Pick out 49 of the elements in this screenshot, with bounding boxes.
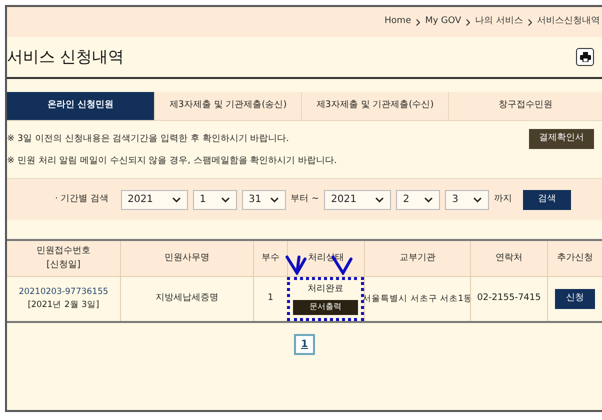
- chevron-down-icon: [220, 196, 230, 202]
- chevron-down-icon: [473, 196, 482, 202]
- dropdown[interactable]: 31: [242, 190, 286, 210]
- column-header: 연락처: [470, 241, 547, 276]
- notice-text: ※ 민원 처리 알림 메일이 수신되지 않을 경우, 스팸메일함을 확인하시기 바랍니다.: [7, 154, 337, 168]
- search-label: · 기간별 검색: [55, 192, 109, 206]
- column-header: 추가신청: [547, 241, 602, 276]
- breadcrumb-link[interactable]: 서비스신청내역: [537, 15, 600, 29]
- tab[interactable]: 제3자제출 및 기관제출(수신): [301, 92, 448, 120]
- dropdown[interactable]: 2: [396, 190, 440, 210]
- chevron-down-icon: [270, 196, 279, 202]
- column-header: 교부기관: [364, 241, 470, 276]
- chevron-right-icon: [416, 18, 420, 26]
- column-header: 부수: [253, 241, 287, 276]
- notice-text: ※ 3일 이전의 신청내용은 검색기간을 입력한 후 확인하시기 바랍니다.: [7, 133, 290, 146]
- status-text: 처리완료: [308, 283, 344, 296]
- page-button[interactable]: 1: [294, 334, 315, 355]
- column-header: 민원사무명: [120, 241, 253, 276]
- table-cell: 서울특별시 서초구 서초1동: [364, 277, 470, 321]
- page-title: 서비스 신청내역: [7, 46, 124, 68]
- tab[interactable]: 온라인 신청민원: [7, 92, 154, 120]
- search-button[interactable]: 검색: [523, 190, 571, 210]
- table-cell: 1: [253, 277, 287, 321]
- print-document-button[interactable]: 문서출력: [293, 300, 358, 315]
- receipt-number[interactable]: 20210203-97736155: [18, 286, 108, 299]
- column-header: 민원접수번호 [신청일]: [36, 245, 92, 272]
- chevron-right-icon: [528, 18, 532, 26]
- chevron-down-icon: [424, 196, 433, 202]
- payment-confirmation-button[interactable]: 결제확인서: [529, 129, 594, 149]
- from-label: 부터 ~: [290, 192, 319, 206]
- printer-icon: [580, 52, 590, 62]
- until-label: 까지: [494, 192, 512, 206]
- apply-button[interactable]: 신청: [555, 289, 595, 309]
- dropdown[interactable]: 2021: [324, 190, 391, 210]
- table-cell: 02-2155-7415: [470, 277, 547, 321]
- breadcrumb-link[interactable]: 나의 서비스: [475, 15, 523, 29]
- dropdown[interactable]: 1: [192, 190, 237, 210]
- table-cell: 지방세납세증명: [120, 277, 253, 321]
- table-cell-text: 20210203-97736155 [2021년 2월 3일]: [18, 285, 110, 312]
- tab[interactable]: 창구접수민원: [448, 92, 602, 120]
- chevron-down-icon: [375, 196, 384, 202]
- dropdown[interactable]: 3: [445, 190, 489, 210]
- chevron-down-icon: [172, 196, 181, 202]
- tab[interactable]: 제3자제출 및 기관제출(송신): [154, 92, 301, 120]
- print-button[interactable]: [576, 48, 594, 66]
- chevron-right-icon: [466, 18, 470, 26]
- breadcrumb-link[interactable]: Home: [384, 15, 412, 29]
- dropdown[interactable]: 2021: [120, 190, 188, 210]
- breadcrumb-link[interactable]: My GOV: [425, 15, 462, 29]
